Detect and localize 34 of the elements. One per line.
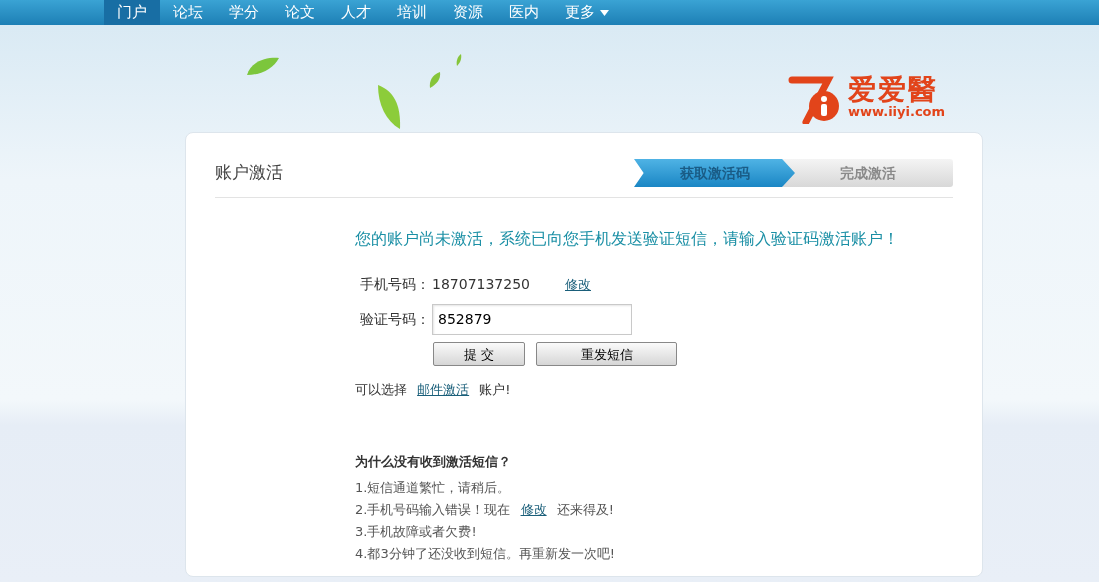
nav-tab[interactable]: 论坛 — [160, 0, 216, 25]
help-title: 为什么没有收到激活短信？ — [355, 452, 512, 471]
alternative-text: 可以选择 邮件激活 账户! — [355, 381, 512, 400]
code-input-field[interactable]: 852879 — [432, 303, 632, 335]
field-label: 手机号码： — [360, 274, 431, 294]
step-indicator: 获取激活码 — [634, 159, 795, 187]
logo-url: www.iiyi.com — [848, 104, 946, 120]
help-item: 3.手机故障或者欠费! — [355, 523, 478, 542]
info-message: 您的账户尚未激活，系统已向您手机发送验证短信，请输入验证码激活账户！ — [355, 229, 900, 250]
nav-tab[interactable]: 论文 — [272, 0, 328, 25]
leaf-icon — [376, 83, 402, 131]
nav-tab[interactable]: 门户 — [104, 0, 160, 25]
help-item: 2.手机号码输入错误！现在 修改 还来得及! — [355, 501, 615, 520]
phone-number: 18707137250 — [432, 274, 530, 294]
submit-button[interactable]: 提 交 — [433, 342, 525, 367]
resend-button[interactable]: 重发短信 — [536, 342, 677, 367]
nav-tab[interactable]: 医内 — [496, 0, 552, 25]
logo-text: 爱爱醫 — [848, 76, 938, 105]
leaf-icon — [245, 55, 281, 77]
step-indicator: 完成激活 — [783, 159, 953, 187]
help-item: 1.短信通道繁忙，请稍后。 — [355, 479, 512, 498]
page-title: 账户激活 — [215, 161, 283, 184]
nav-tab[interactable]: 培训 — [384, 0, 440, 25]
nav-tab[interactable]: 人才 — [328, 0, 384, 25]
link[interactable]: 修改 — [520, 502, 547, 518]
link[interactable]: 邮件激活 — [417, 382, 470, 398]
leaf-icon — [428, 71, 442, 89]
nav-tab[interactable]: 学分 — [216, 0, 272, 25]
edit-link[interactable]: 修改 — [565, 274, 591, 294]
nav-tab[interactable]: 资源 — [440, 0, 496, 25]
leaf-icon — [455, 53, 463, 67]
help-item: 4.都3分钟了还没收到短信。再重新发一次吧! — [355, 545, 616, 564]
field-label: 验证号码： — [360, 309, 431, 329]
nav-tab[interactable]: 更多 — [552, 0, 622, 25]
